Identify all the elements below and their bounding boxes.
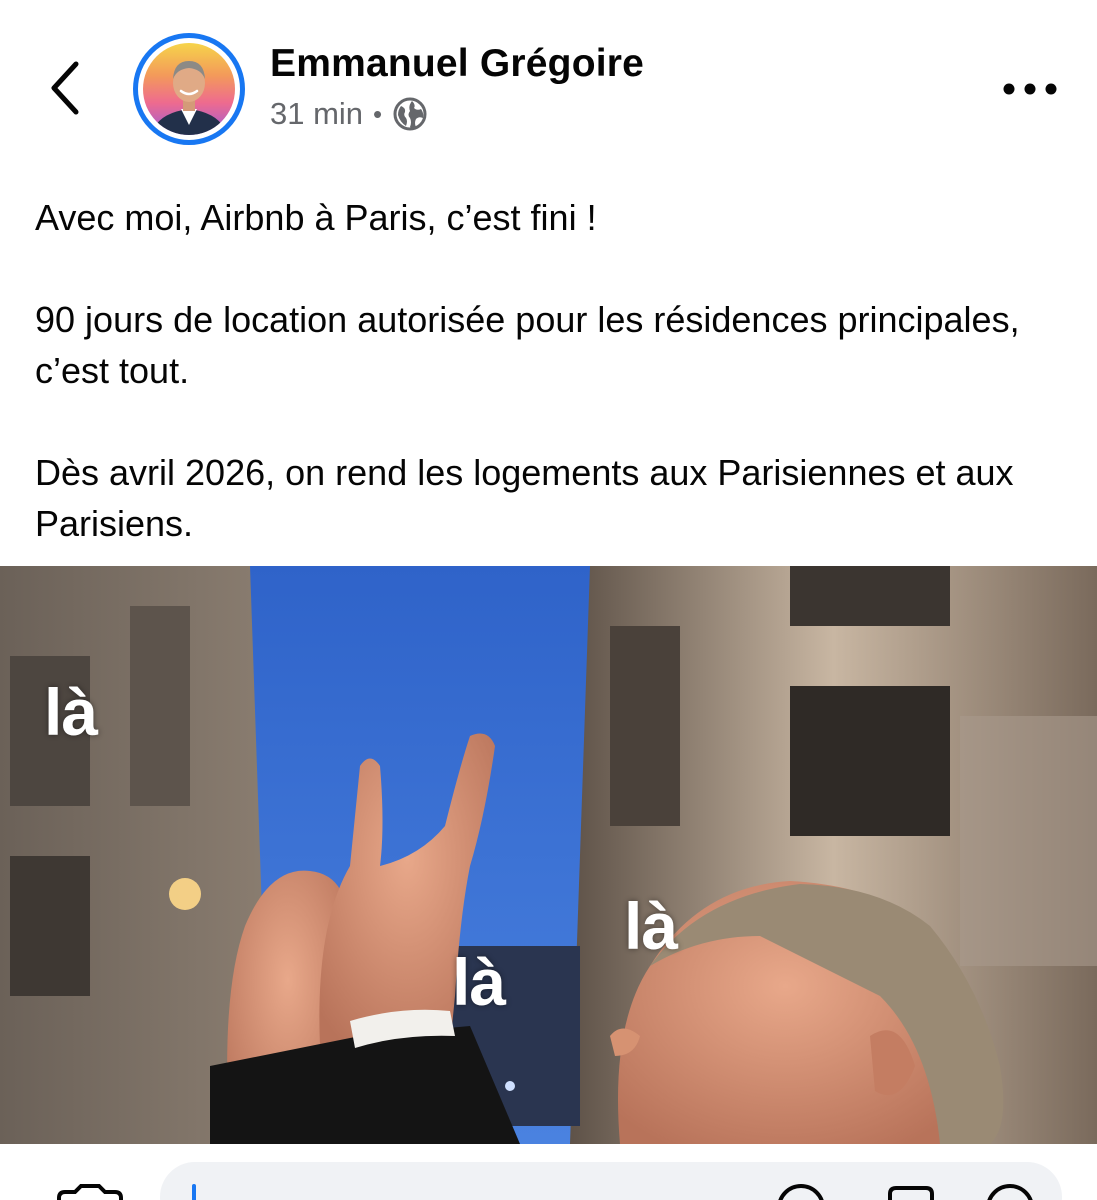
camera-icon[interactable] (55, 1184, 125, 1200)
post-time[interactable]: 31 min (270, 96, 363, 132)
back-button[interactable] (40, 58, 90, 118)
post-paragraph: Dès avril 2026, on rend les logements au… (35, 452, 1014, 544)
sticker-icon[interactable] (985, 1180, 1035, 1200)
avatar[interactable] (133, 33, 245, 145)
post-text: Avec moi, Airbnb à Paris, c’est fini ! 9… (35, 192, 1085, 549)
gif-icon[interactable] (886, 1184, 936, 1200)
image-caption: là (44, 675, 98, 749)
meta-separator: • (373, 98, 383, 129)
post-image[interactable]: là là là (0, 566, 1097, 1144)
avatar-image (143, 43, 235, 135)
text-cursor (192, 1184, 196, 1200)
author-name[interactable]: Emmanuel Grégoire (270, 42, 644, 86)
image-caption: là (452, 945, 506, 1019)
more-horizontal-icon (1003, 83, 1057, 95)
post-meta: 31 min • (270, 96, 428, 132)
post-screen: Emmanuel Grégoire 31 min • Avec moi, Air… (0, 0, 1097, 1200)
post-paragraph: Avec moi, Airbnb à Paris, c’est fini ! (35, 197, 597, 238)
globe-icon (392, 96, 428, 132)
post-paragraph: 90 jours de location autorisée pour les … (35, 299, 1020, 391)
image-caption: là (624, 889, 678, 963)
comment-bar (0, 1144, 1097, 1200)
chevron-left-icon (51, 61, 79, 115)
more-options-button[interactable] (998, 74, 1062, 104)
emoji-icon[interactable] (776, 1180, 826, 1200)
